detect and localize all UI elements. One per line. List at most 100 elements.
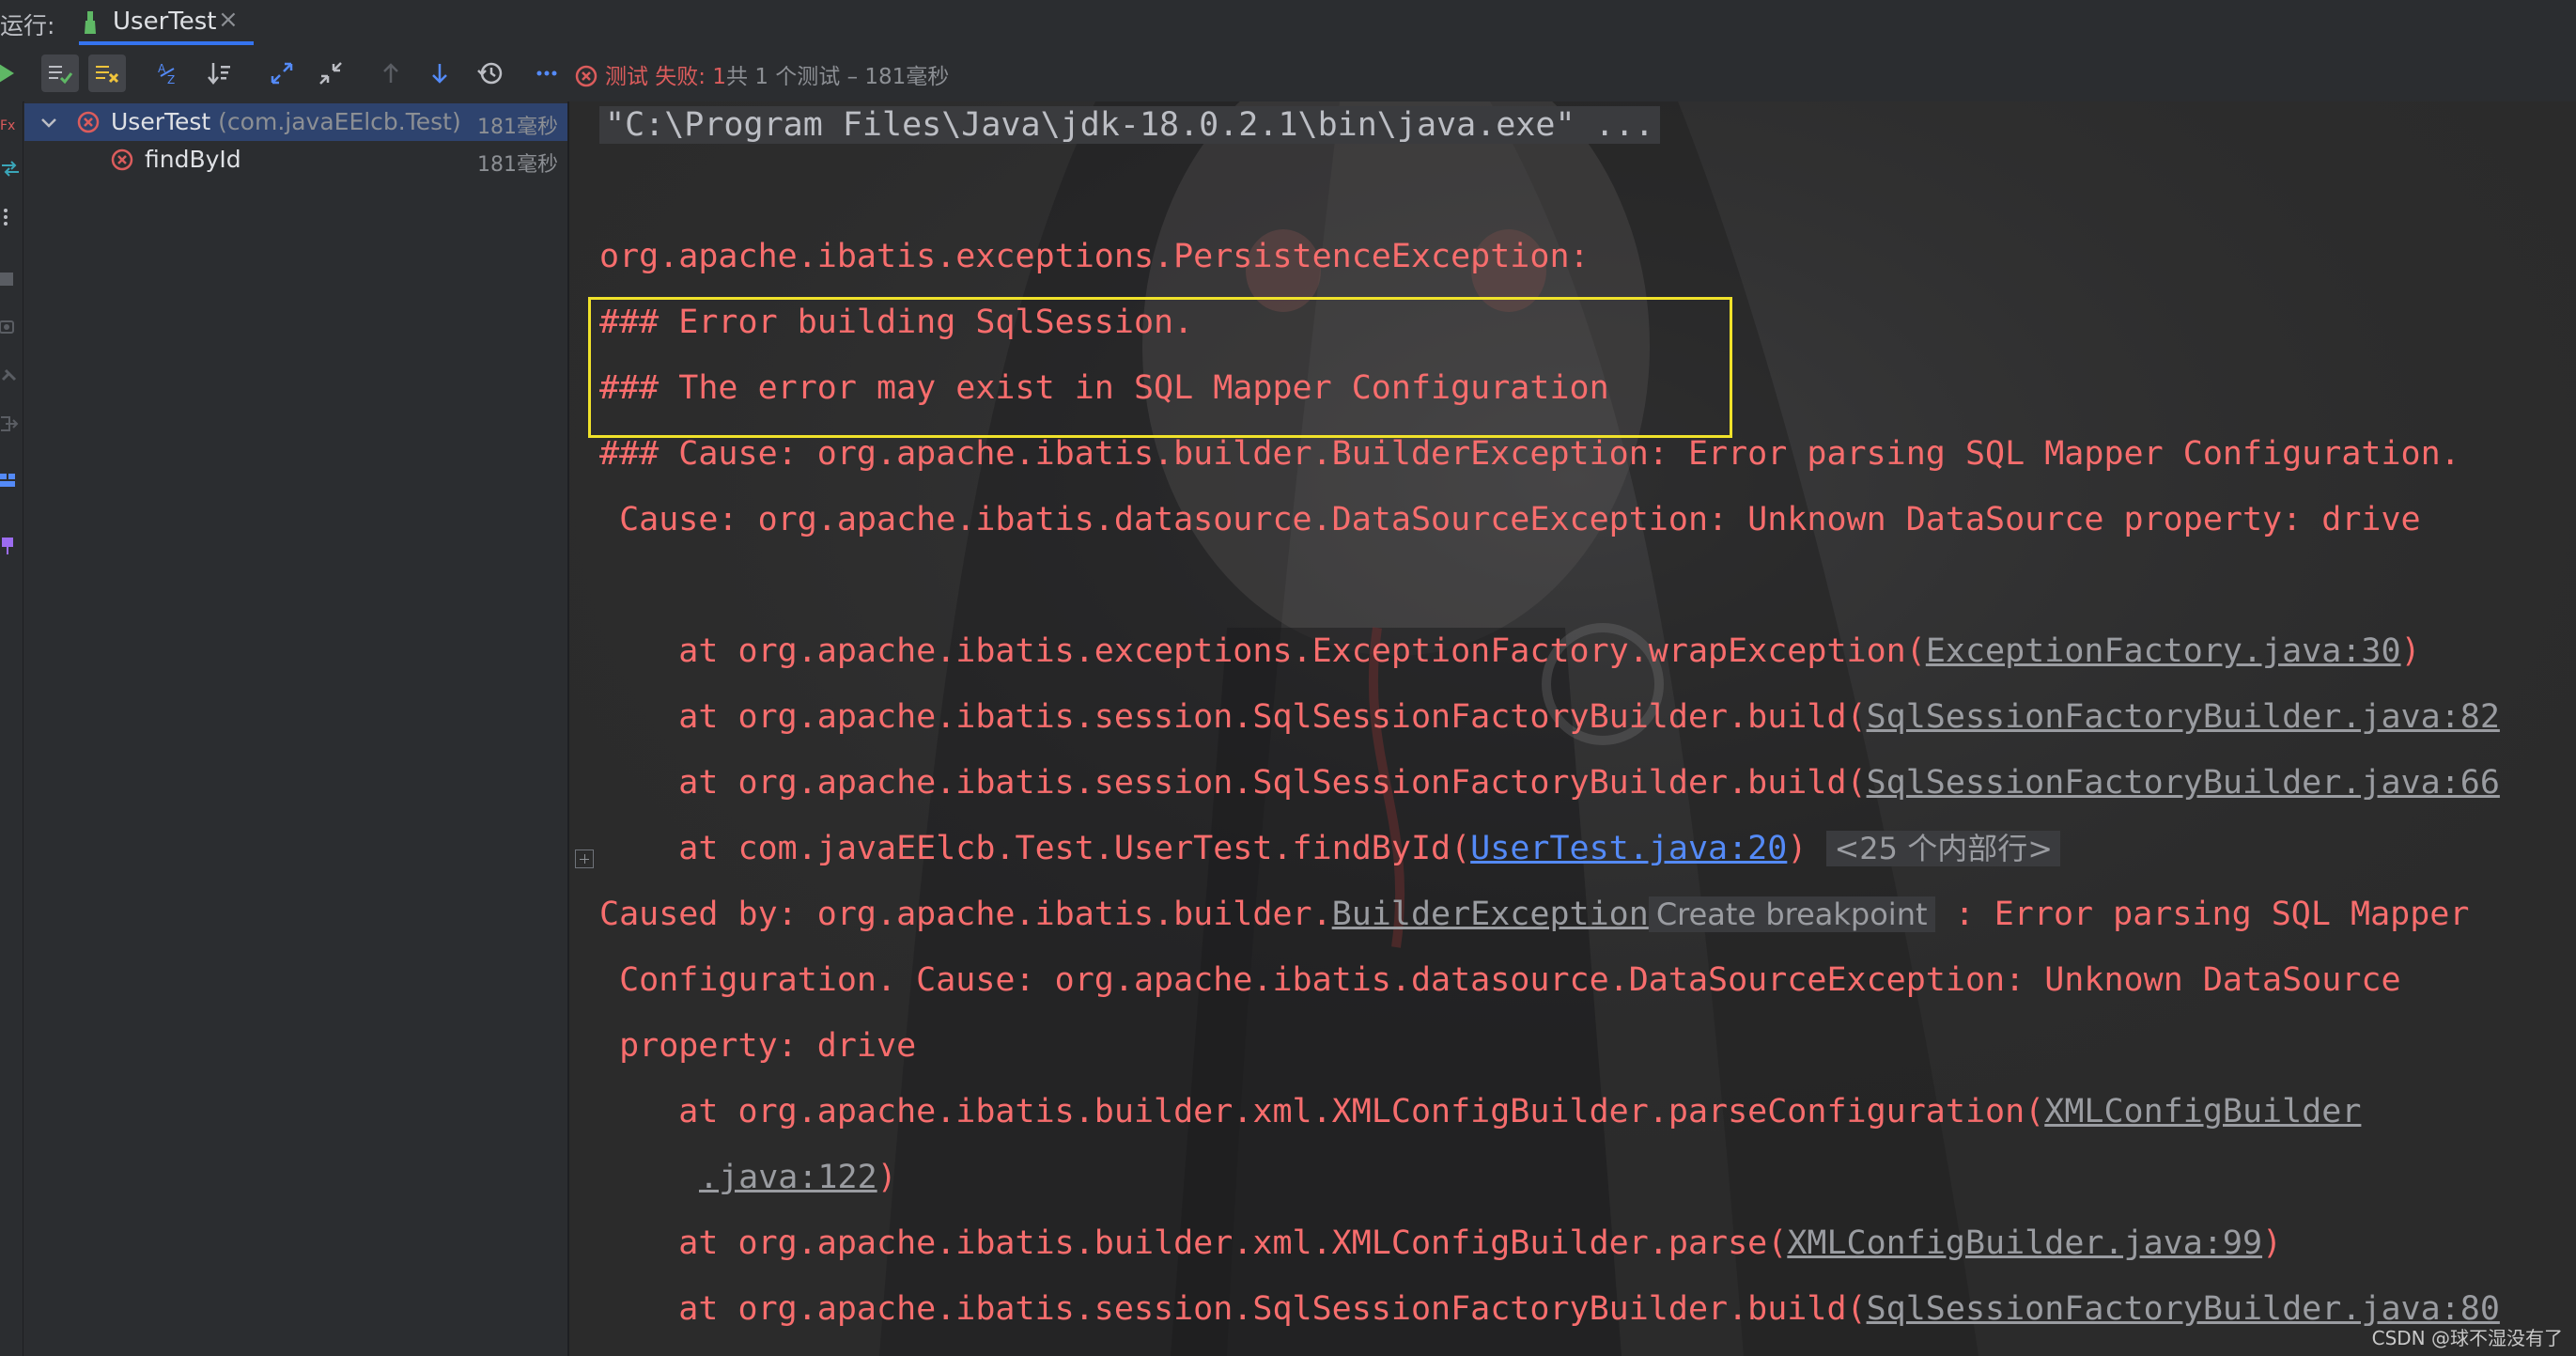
source-link[interactable]: SqlSessionFactoryBuilder.java:80 — [1867, 1290, 2500, 1328]
svg-text:Z: Z — [167, 73, 175, 86]
close-icon[interactable]: × — [218, 6, 239, 34]
frame-text: ) — [2400, 632, 2421, 670]
rerun-failed-icon[interactable]: Fx — [0, 115, 21, 135]
tree-node-findbyid[interactable]: findById 181毫秒 — [24, 141, 567, 179]
tab-usertest[interactable]: UserTest × — [79, 0, 254, 45]
java-command: "C:\Program Files\Java\jdk-18.0.2.1\bin\… — [599, 106, 1660, 144]
console-line: org.apache.ibatis.exceptions.Persistence… — [599, 238, 1590, 275]
source-link[interactable]: XMLConfigBuilder — [2044, 1093, 2361, 1130]
test-runner-toolbar: A Z 测试 失败: 1共 1 个测试 – 181毫秒 — [0, 45, 2576, 102]
expand-folded-lines-button[interactable] — [575, 849, 594, 868]
test-status: 测试 失败: 1共 1 个测试 – 181毫秒 — [575, 58, 949, 90]
exit-icon[interactable] — [0, 413, 21, 434]
frame-text: at org.apache.ibatis.session.SqlSessionF… — [599, 1290, 1867, 1328]
chevron-down-icon[interactable] — [39, 113, 58, 132]
collapse-all-button[interactable] — [312, 55, 349, 92]
sort-duration-button[interactable] — [201, 55, 239, 92]
history-icon — [477, 62, 503, 85]
source-link[interactable]: .java:122 — [699, 1159, 877, 1196]
stack-frame: at com.javaEElcb.Test.UserTest.findById(… — [599, 825, 2061, 872]
left-tool-strip: Fx — [0, 101, 23, 1356]
frame-text: at org.apache.ibatis.builder.xml.XMLConf… — [599, 1093, 2045, 1130]
stack-frame: at org.apache.ibatis.session.SqlSessionF… — [599, 759, 2500, 806]
stop-icon[interactable] — [0, 269, 21, 289]
source-link[interactable]: XMLConfigBuilder.java:99 — [1787, 1224, 2262, 1262]
tree-node-usertest[interactable]: UserTest (com.javaEElcb.Test) 181毫秒 — [24, 103, 567, 141]
caused-by-line: Caused by: org.apache.ibatis.builder.Bui… — [599, 891, 2469, 938]
more-icon — [536, 70, 557, 76]
show-ignored-button[interactable] — [88, 55, 126, 92]
prev-failed-button[interactable] — [372, 55, 410, 92]
stack-frame-continued: .java:122) — [699, 1154, 897, 1201]
console-line: Cause: org.apache.ibatis.datasource.Data… — [599, 501, 2421, 538]
source-link[interactable]: SqlSessionFactoryBuilder.java:66 — [1867, 764, 2500, 802]
expand-all-icon — [271, 62, 293, 85]
run-label: 运行: — [0, 12, 55, 39]
tree-node-label: UserTest (com.javaEElcb.Test) — [111, 108, 461, 135]
frame-text: ) — [2262, 1224, 2283, 1262]
stack-frame: at org.apache.ibatis.builder.xml.XMLConf… — [599, 1220, 2282, 1267]
tab-label: UserTest — [113, 8, 217, 36]
expand-all-button[interactable] — [263, 55, 301, 92]
frame-text: : Error parsing SQL Mapper — [1934, 896, 2470, 933]
test-results-tree: UserTest (com.javaEElcb.Test) 181毫秒 find… — [24, 101, 569, 1356]
rerun-icon — [0, 64, 14, 83]
plug-icon[interactable] — [0, 365, 21, 385]
test-history-button[interactable] — [472, 55, 509, 92]
test-class-name: UserTest — [111, 108, 211, 135]
console-command-line: "C:\Program Files\Java\jdk-18.0.2.1\bin\… — [599, 101, 1660, 148]
layout-icon[interactable] — [0, 470, 21, 491]
create-breakpoint-hint[interactable]: Create breakpoint — [1648, 896, 1935, 932]
collapse-all-icon — [319, 62, 342, 85]
fail-icon — [575, 65, 597, 87]
sort-alpha-icon: A Z — [158, 62, 175, 86]
status-summary-text: 共 1 个测试 – 181毫秒 — [726, 65, 950, 89]
show-passed-icon — [49, 66, 73, 85]
stack-frame: at org.apache.ibatis.exceptions.Exceptio… — [599, 628, 2421, 675]
exception-link[interactable]: BuilderException — [1332, 896, 1649, 933]
sort-alpha-button[interactable]: A Z — [150, 55, 188, 92]
toggle-auto-test-icon[interactable] — [0, 158, 21, 179]
source-link[interactable]: ExceptionFactory.java:30 — [1926, 632, 2401, 670]
frame-text: at org.apache.ibatis.builder.xml.XMLConf… — [599, 1224, 1788, 1262]
stack-frame: at org.apache.ibatis.session.SqlSessionF… — [599, 694, 2500, 740]
frame-text: at org.apache.ibatis.session.SqlSessionF… — [599, 698, 1867, 736]
stack-frame: at org.apache.ibatis.builder.xml.XMLConf… — [599, 1088, 2361, 1135]
frame-text: at com.javaEElcb.Test.UserTest.findById( — [599, 830, 1471, 867]
sort-duration-icon — [208, 63, 230, 85]
test-duration: 181毫秒 — [477, 153, 558, 177]
console-output[interactable]: "C:\Program Files\Java\jdk-18.0.2.1\bin\… — [569, 101, 2576, 1356]
console-line: ### Cause: org.apache.ibatis.builder.Bui… — [599, 435, 2460, 473]
show-passed-button[interactable] — [41, 55, 79, 92]
test-flask-icon — [85, 11, 96, 34]
source-link[interactable]: UserTest.java:20 — [1470, 830, 1787, 867]
rerun-button[interactable] — [0, 55, 24, 92]
frame-text: at org.apache.ibatis.session.SqlSessionF… — [599, 764, 1867, 802]
next-failed-button[interactable] — [421, 55, 458, 92]
vertical-more-icon[interactable] — [0, 207, 21, 227]
prev-failed-icon — [383, 63, 398, 83]
console-line: property: drive — [599, 1027, 917, 1065]
show-ignored-icon — [96, 66, 119, 84]
more-button[interactable] — [528, 55, 566, 92]
frame-text: ) — [1787, 830, 1827, 867]
watermark: CSDN @球不湿没有了 — [2371, 1327, 2563, 1349]
next-failed-icon — [432, 64, 447, 84]
folded-lines-hint[interactable]: <25 个内部行> — [1826, 831, 2061, 866]
pin-icon[interactable] — [0, 536, 21, 556]
frame-text: Caused by: org.apache.ibatis.builder. — [599, 896, 1332, 933]
console-line: ### The error may exist in SQL Mapper Co… — [599, 369, 1609, 407]
test-failed-icon — [77, 111, 100, 133]
source-link[interactable]: SqlSessionFactoryBuilder.java:82 — [1867, 698, 2500, 736]
test-duration: 181毫秒 — [477, 116, 558, 139]
frame-text: ) — [877, 1159, 897, 1196]
camera-icon[interactable] — [0, 316, 21, 336]
console-line: Configuration. Cause: org.apache.ibatis.… — [599, 961, 2401, 999]
run-tab-bar: 运行: UserTest × — [0, 0, 2576, 46]
test-package-name: (com.javaEElcb.Test) — [218, 108, 461, 135]
test-failed-icon — [111, 148, 133, 171]
console-line: ### Error building SqlSession. — [599, 304, 1194, 341]
svg-text:Fx: Fx — [0, 118, 15, 133]
status-failed-text: 测试 失败: 1 — [605, 65, 727, 89]
frame-text: at org.apache.ibatis.exceptions.Exceptio… — [599, 632, 1926, 670]
